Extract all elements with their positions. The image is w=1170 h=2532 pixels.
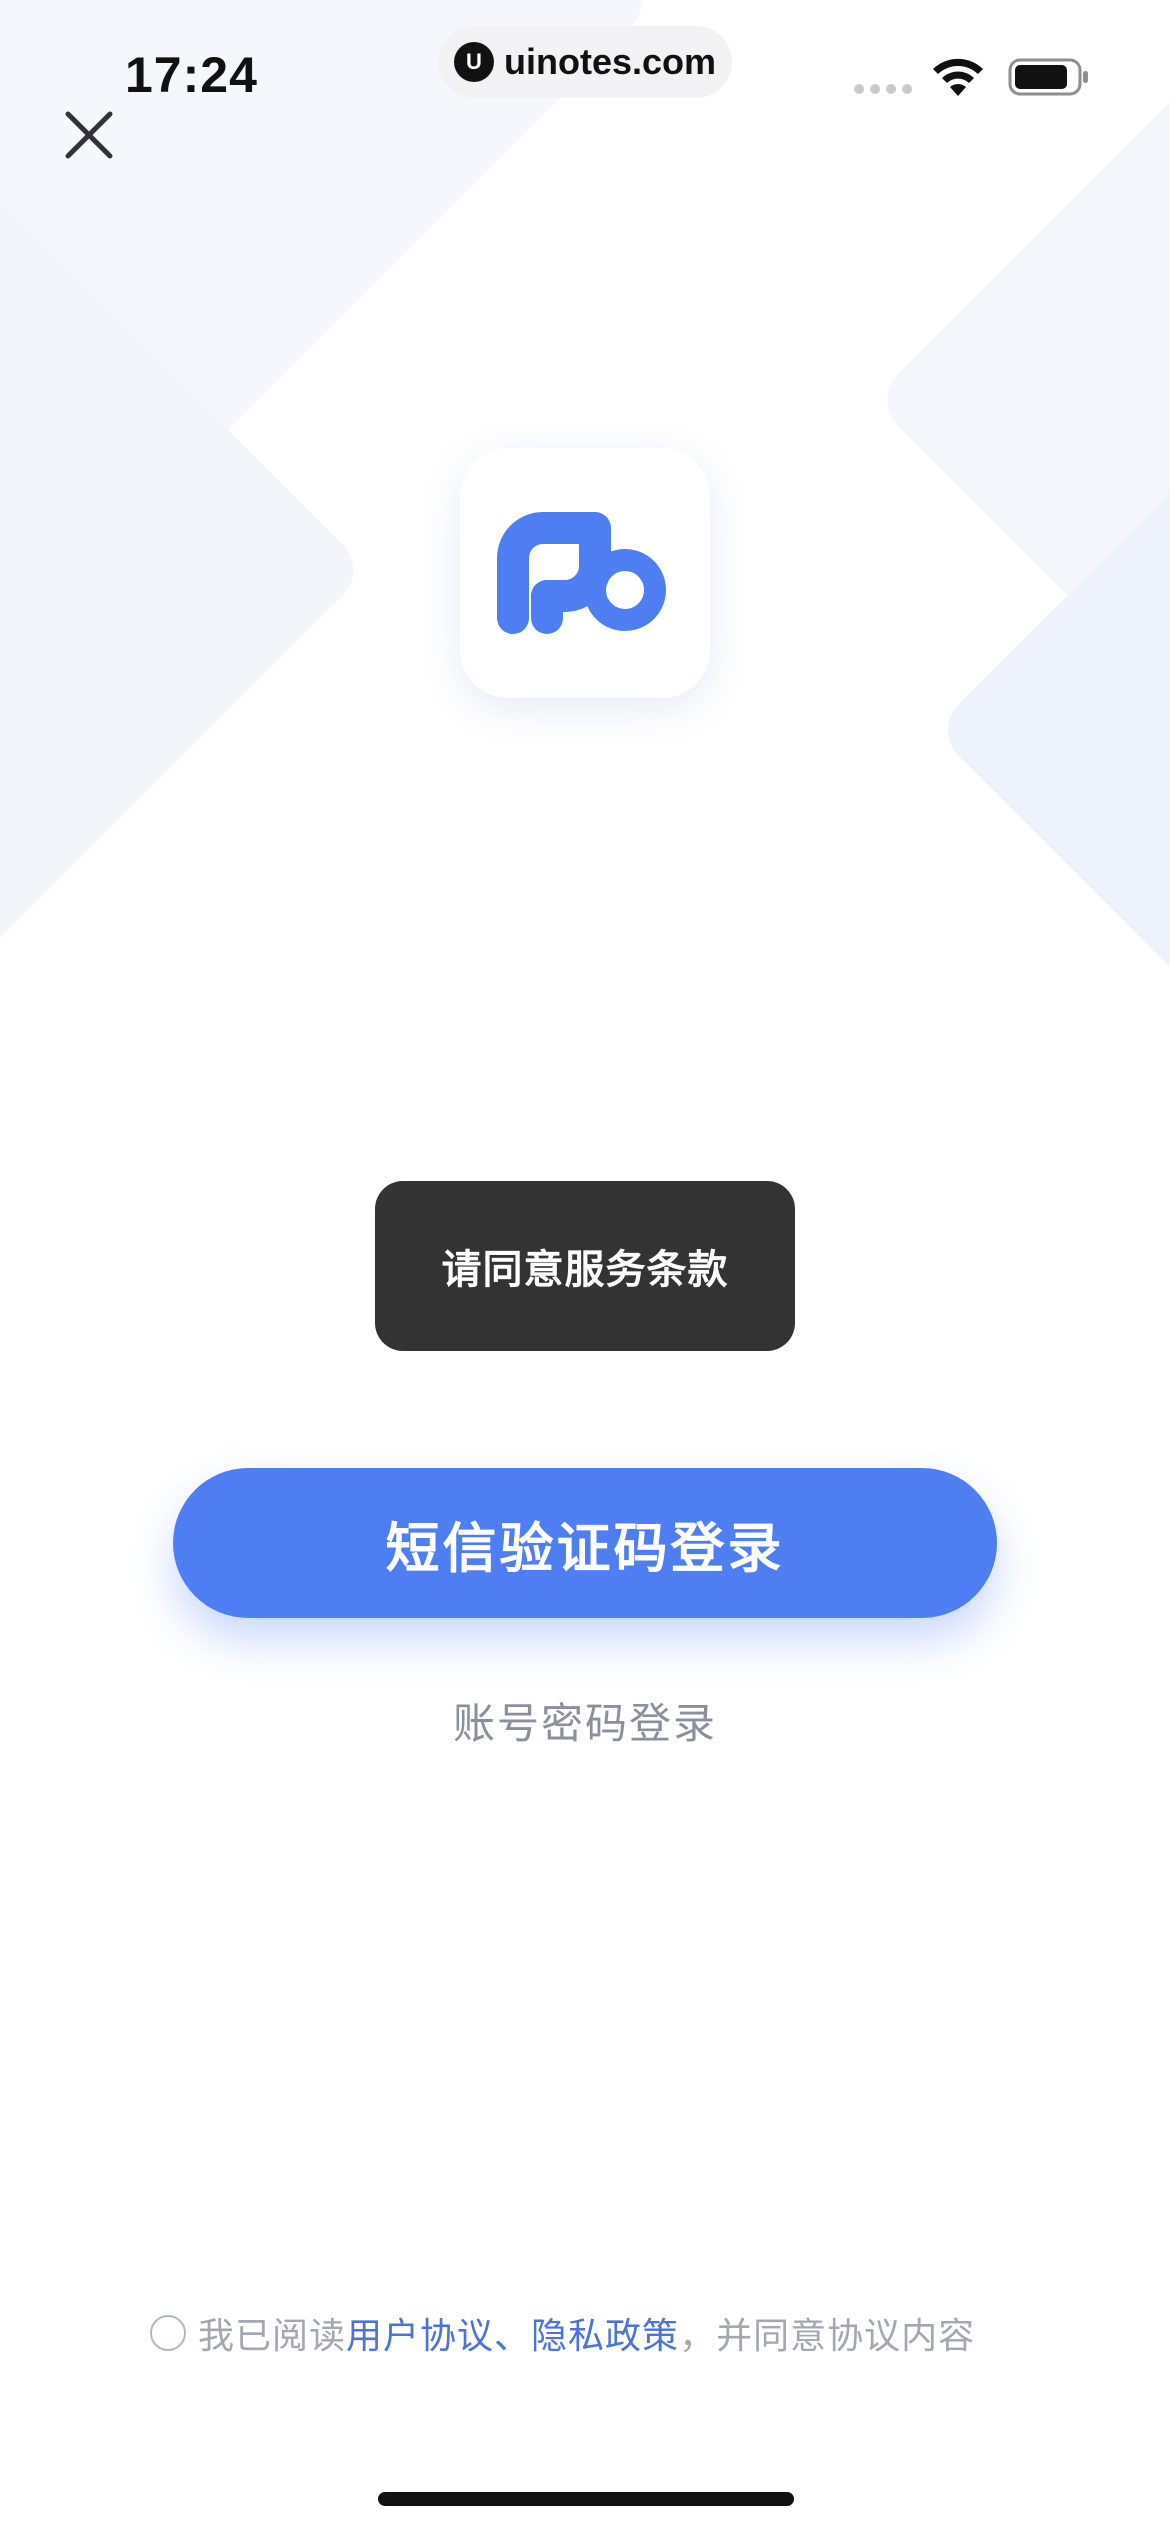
close-icon[interactable] [58, 104, 120, 166]
app-logo [460, 448, 710, 698]
signal-icon [854, 84, 912, 94]
url-text: uinotes.com [503, 41, 717, 82]
fb-logo-icon [497, 512, 666, 634]
agreement-suffix: ，并同意协议内容 [679, 2316, 976, 2357]
agreement-prefix: 我已阅读 [198, 2316, 347, 2357]
site-logo-icon: U [453, 42, 494, 82]
user-agreement-link[interactable]: 用户协议 [346, 2307, 494, 2359]
home-indicator [378, 2492, 794, 2506]
agreement-checkbox[interactable] [150, 2315, 186, 2351]
wifi-icon [933, 58, 983, 96]
login-screen: 17:24 U uinotes.com 请同意服务条款 短信验证码登录 账号密码… [0, 0, 1170, 2532]
battery-icon [1008, 58, 1088, 96]
agreement-separator: 、 [494, 2316, 532, 2357]
status-time: 17:24 [125, 47, 258, 103]
toast-message: 请同意服务条款 [375, 1181, 795, 1351]
privacy-policy-link[interactable]: 隐私政策 [531, 2307, 679, 2359]
agreement-row: 我已阅读 用户协议 、 隐私政策 ，并同意协议内容 [150, 2305, 975, 2361]
password-login-link[interactable]: 账号密码登录 [0, 1690, 1170, 1751]
sms-login-button[interactable]: 短信验证码登录 [173, 1468, 997, 1618]
url-pill[interactable]: U uinotes.com [438, 26, 732, 98]
